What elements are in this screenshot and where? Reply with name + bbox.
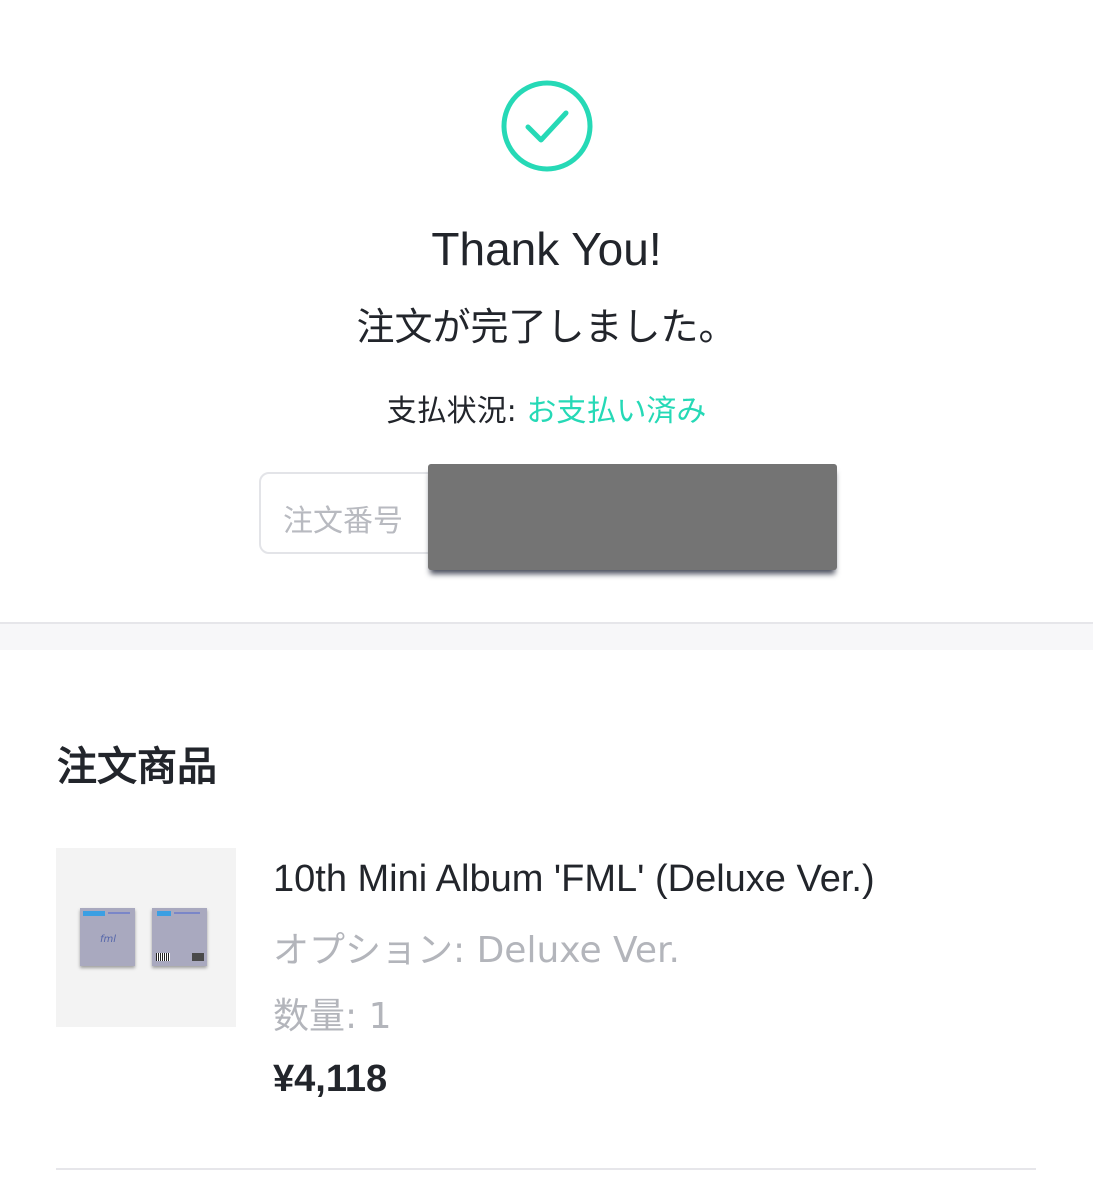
product-thumbnail[interactable]: fml: [56, 848, 236, 1027]
order-complete-header: Thank You! 注文が完了しました。 支払状況: お支払い済み 注文番号: [0, 0, 1093, 624]
check-circle-icon: [501, 80, 593, 172]
thank-you-heading: Thank You!: [431, 223, 662, 275]
product-quantity: 数量: 1: [273, 996, 392, 1037]
product-option: オプション: Deluxe Ver.: [273, 930, 680, 971]
order-number-label: 注文番号: [283, 504, 403, 539]
ordered-items-title: 注文商品: [57, 744, 217, 790]
album-cover-back: [152, 908, 207, 966]
redaction-overlay: [428, 464, 837, 570]
payment-status-label: 支払状況:: [386, 394, 527, 429]
order-completed-message: 注文が完了しました。: [356, 305, 737, 349]
album-cover-front: fml: [80, 908, 135, 966]
payment-status: 支払状況: お支払い済み: [0, 386, 1093, 430]
item-divider: [56, 1168, 1036, 1170]
section-divider: [0, 622, 1093, 650]
product-name[interactable]: 10th Mini Album 'FML' (Deluxe Ver.): [273, 858, 875, 901]
payment-status-value: お支払い済み: [526, 394, 707, 429]
product-price: ¥4,118: [273, 1058, 388, 1100]
